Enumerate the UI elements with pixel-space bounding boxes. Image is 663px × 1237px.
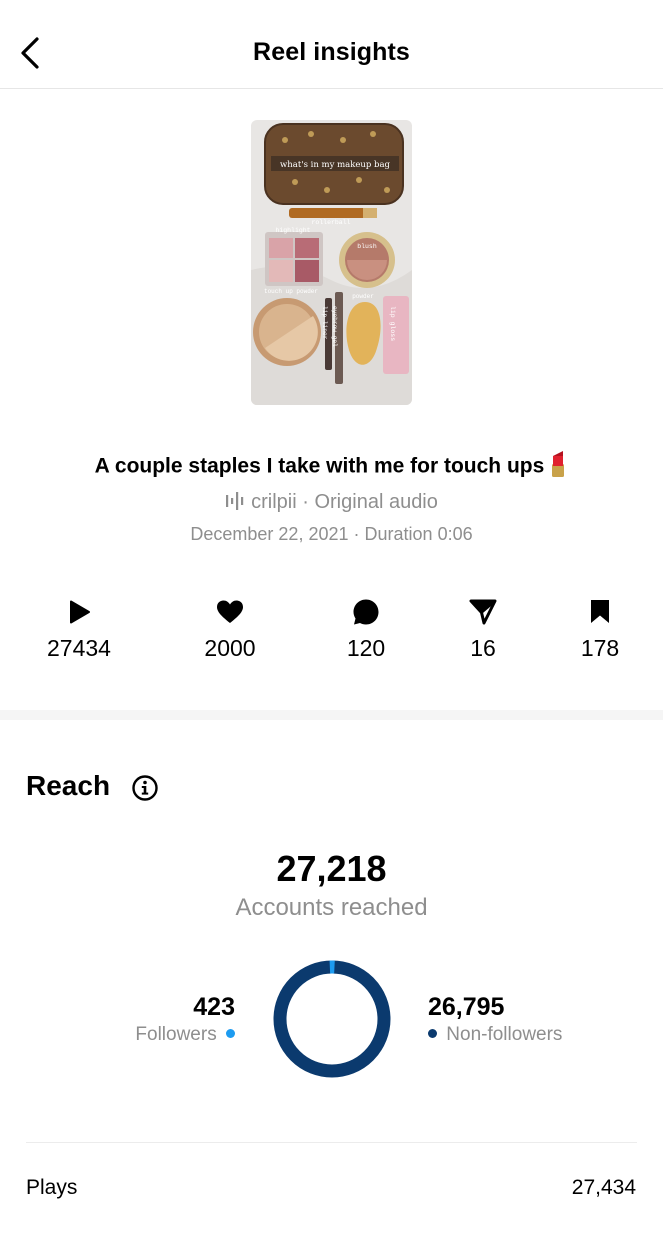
stat-comments: 120 <box>306 597 426 662</box>
row-divider <box>26 1142 637 1143</box>
audio-username: crilpii <box>251 491 297 513</box>
thumb-label-title: what's in my makeup bag <box>280 160 391 170</box>
stat-likes: 2000 <box>170 597 290 662</box>
share-paper-plane-icon <box>469 599 497 625</box>
post-date: December 22, 2021 <box>190 524 349 544</box>
thumb-label-blush: blush <box>357 243 377 250</box>
thumb-label-lip-gloss: lip gloss <box>389 306 396 341</box>
plays-count: 27434 <box>47 635 111 661</box>
shares-count: 16 <box>470 635 496 661</box>
bookmark-icon <box>591 600 609 623</box>
thumb-label-lip-liner: lip liner <box>321 306 328 340</box>
original-audio-link[interactable]: crilpii · Original audio <box>0 491 663 514</box>
info-button[interactable] <box>131 774 159 802</box>
plays-row-label: Plays <box>26 1176 78 1199</box>
section-divider <box>0 710 663 720</box>
reel-caption: A couple staples I take with me for touc… <box>0 450 663 484</box>
followers-dot <box>226 1029 235 1038</box>
accounts-reached-count: 27,218 <box>276 848 387 889</box>
heart-icon <box>217 600 243 623</box>
reach-heading: Reach <box>26 770 111 801</box>
audio-waveform-icon <box>226 492 244 510</box>
non-followers-count: 26,795 <box>428 993 505 1021</box>
page-title: Reel insights <box>253 38 410 66</box>
accounts-reached-label: Accounts reached <box>235 894 428 921</box>
top-bar: Reel insights <box>0 0 663 89</box>
likes-count: 2000 <box>204 635 256 661</box>
thumb-label-eyebrow-gel: eyebrow gel <box>331 306 338 347</box>
followers-label: Followers <box>135 1024 217 1045</box>
stat-saves: 178 <box>540 597 660 662</box>
audio-separator: · <box>302 491 309 513</box>
thumb-label-rollerball: rollerball <box>311 219 350 226</box>
thumb-label-touch-up-powder: touch up powder <box>264 288 318 295</box>
non-followers-legend: Non-followers <box>428 1024 562 1046</box>
duration: Duration 0:06 <box>364 524 473 544</box>
followers-count: 423 <box>193 993 235 1021</box>
caption-text: A couple staples I take with me for touc… <box>94 454 545 478</box>
play-icon <box>70 600 90 624</box>
info-icon <box>132 775 158 801</box>
stat-plays: 27434 <box>19 597 139 662</box>
comments-count: 120 <box>346 635 386 661</box>
comment-icon <box>353 599 379 625</box>
non-followers-dot <box>428 1029 437 1038</box>
non-followers-arc <box>273 960 391 1078</box>
reel-meta: December 22, 2021 · Duration 0:06 <box>0 524 663 545</box>
stat-shares: 16 <box>423 597 543 662</box>
meta-separator: · <box>353 524 360 544</box>
reach-donut-chart <box>273 960 391 1078</box>
plays-row-value: 27,434 <box>571 1176 636 1199</box>
saves-count: 178 <box>580 635 620 661</box>
reel-thumbnail[interactable]: what's in my makeup bag rollerball highl… <box>251 120 412 405</box>
followers-legend: Followers <box>135 1024 235 1046</box>
lipstick-emoji-icon <box>548 450 568 484</box>
non-followers-label: Non-followers <box>446 1024 563 1045</box>
thumb-label-highlight: highlight <box>275 227 310 234</box>
thumb-label-powder: powder <box>352 293 374 300</box>
audio-track: Original audio <box>314 491 438 513</box>
